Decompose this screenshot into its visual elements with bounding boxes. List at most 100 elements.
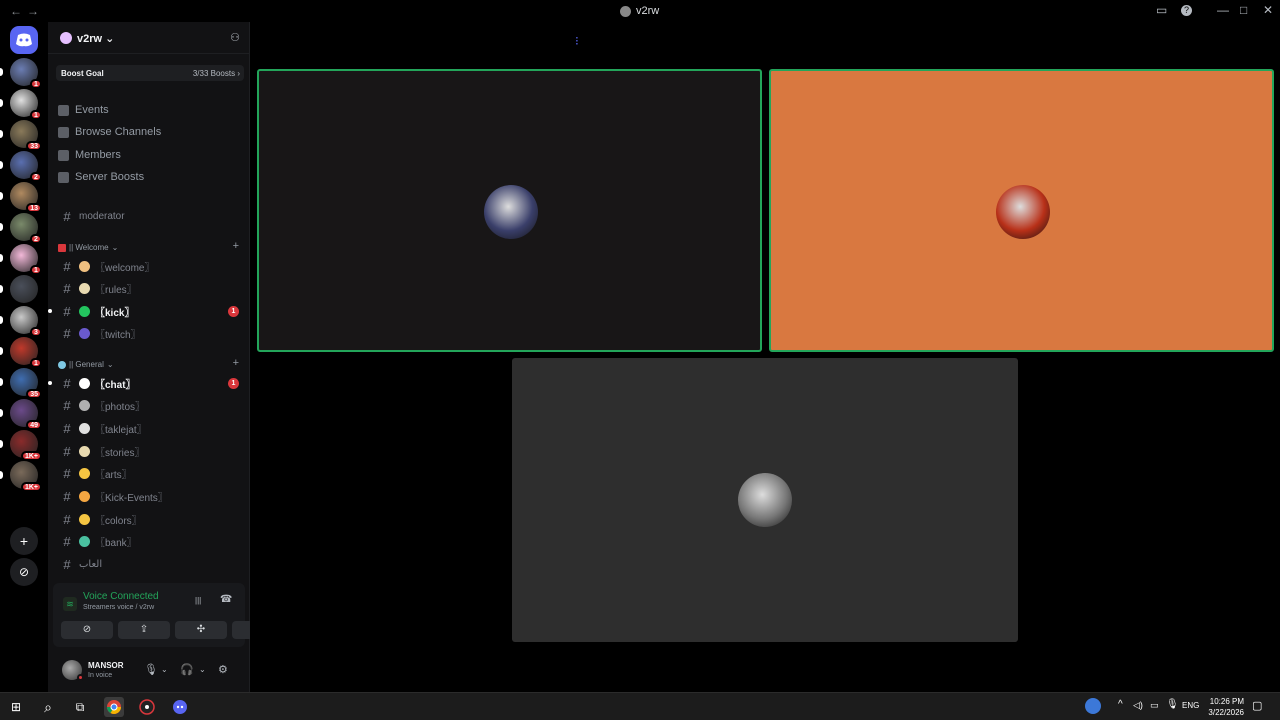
discord-icon[interactable]	[170, 697, 190, 717]
unread-pill	[0, 68, 3, 76]
channel-item[interactable]: # 〖bank〗	[58, 531, 240, 551]
members-icon	[58, 149, 69, 161]
settings-icon[interactable]: ⚙	[218, 663, 228, 676]
globe-icon	[58, 360, 66, 369]
server-header[interactable]: v2rw ⌄ ⚇	[48, 22, 250, 54]
discover-icon[interactable]: ⊘	[10, 558, 38, 586]
channel-item[interactable]: # 〖kick〗 1	[48, 301, 240, 321]
nav-item-label: Members	[75, 149, 121, 161]
participant-tile[interactable]	[512, 358, 1018, 642]
server-icon[interactable]: 1	[10, 244, 42, 275]
emoji-icon	[79, 305, 90, 317]
minimize-icon[interactable]: —	[1217, 3, 1229, 17]
inbox-icon[interactable]: ▭	[1156, 3, 1167, 17]
share-screen-button[interactable]: ⇪	[118, 621, 170, 639]
server-icon[interactable]: 49	[10, 399, 42, 430]
back-icon[interactable]: ←	[10, 4, 22, 18]
add-channel-icon[interactable]: +	[233, 357, 239, 369]
forward-icon[interactable]: →	[27, 4, 39, 18]
voice-channel[interactable]: Streamers voice / v2rw	[83, 604, 154, 611]
server-icon[interactable]: 3	[10, 306, 42, 337]
category-general[interactable]: || General ⌄	[58, 360, 114, 369]
nav-item-server-boosts[interactable]: Server Boosts	[58, 168, 144, 186]
channel-item[interactable]: # 〖rules〗	[58, 278, 240, 298]
add-server-button[interactable]: +	[10, 527, 38, 555]
browse-channels-icon	[58, 126, 69, 138]
boost-goal-bar[interactable]: Boost Goal 3/33 Boosts ›	[56, 65, 244, 81]
channel-item[interactable]: # 〖chat〗 1	[48, 373, 240, 393]
server-icon[interactable]	[10, 275, 38, 303]
microphone-icon[interactable]: 🎙	[1166, 699, 1179, 710]
mention-badge: 2	[30, 172, 42, 182]
channel-item[interactable]: # 〖arts〗	[58, 463, 240, 483]
hash-icon: #	[63, 303, 71, 319]
nav-item-label: Server Boosts	[75, 171, 145, 183]
chevron-down-icon[interactable]: ⌄	[199, 665, 206, 674]
hash-icon: #	[63, 556, 71, 572]
server-icon[interactable]: 1K+	[10, 430, 42, 461]
speaker-icon[interactable]: ◁)	[1133, 700, 1143, 711]
close-icon[interactable]: ✕	[1263, 3, 1273, 17]
add-channel-icon[interactable]: +	[233, 240, 239, 252]
app-icon[interactable]	[137, 697, 157, 717]
server-icon	[620, 5, 631, 17]
channel-item[interactable]: # 〖taklejat〗	[58, 418, 240, 438]
chevron-down-icon: ⌄	[106, 360, 114, 369]
hash-icon: #	[63, 533, 71, 549]
server-icon	[60, 32, 72, 44]
home-button[interactable]	[10, 26, 38, 54]
weather-icon[interactable]	[1085, 698, 1101, 714]
unread-pill	[0, 161, 3, 169]
server-icon[interactable]: 1	[10, 89, 42, 120]
disconnect-icon[interactable]: ☎	[220, 594, 232, 605]
search-icon[interactable]: ⌕	[38, 697, 58, 717]
channel-item[interactable]: # 〖colors〗	[58, 509, 240, 529]
unread-pill	[0, 223, 3, 231]
emoji-icon	[79, 260, 90, 272]
start-icon[interactable]: ⊞	[6, 697, 26, 717]
voice-status[interactable]: Voice Connected	[83, 591, 159, 602]
category-welcome[interactable]: || Welcome ⌄	[58, 243, 118, 252]
server-icon[interactable]: 1	[10, 58, 42, 89]
chevron-up-icon[interactable]: ^	[1118, 699, 1123, 710]
task-view-icon[interactable]: ⧉	[70, 697, 90, 717]
hash-icon: #	[63, 511, 71, 527]
window-title: v2rw	[620, 5, 659, 17]
channel-item[interactable]: # 〖photos〗	[58, 395, 240, 415]
camera-off-button[interactable]: ⊘	[61, 621, 113, 639]
channel-item[interactable]: # 〖stories〗	[58, 441, 240, 461]
headset-icon[interactable]: 🎧	[180, 663, 194, 676]
channel-item[interactable]: # 〖twitch〗	[58, 323, 240, 343]
nav-item-label: Events	[75, 104, 109, 116]
add-user-icon[interactable]: ⚇	[230, 31, 240, 44]
server-icon[interactable]: 2	[10, 213, 42, 244]
network-icon[interactable]: ▭	[1150, 700, 1159, 711]
server-icon[interactable]: 33	[10, 120, 42, 151]
server-icon[interactable]: 1	[10, 337, 42, 368]
maximize-icon[interactable]: □	[1240, 3, 1247, 17]
channel-item[interactable]: # 〖Kick-Events〗	[58, 486, 240, 506]
activities-button[interactable]: ✣	[175, 621, 227, 639]
participant-tile[interactable]	[769, 69, 1274, 352]
noise-suppression-icon[interactable]: |||	[195, 596, 201, 605]
channel-item[interactable]: # العاب	[58, 554, 240, 574]
participant-tile[interactable]	[257, 69, 762, 352]
server-icon[interactable]: 13	[10, 182, 42, 213]
server-icon[interactable]: 35	[10, 368, 42, 399]
nav-item-browse-channels[interactable]: Browse Channels	[58, 123, 161, 141]
server-icon[interactable]: 1K+	[10, 461, 42, 492]
help-icon[interactable]: ?	[1181, 5, 1192, 16]
username[interactable]: MANSOR	[88, 661, 124, 670]
server-icon[interactable]: 2	[10, 151, 42, 182]
nav-item-members[interactable]: Members	[58, 146, 121, 164]
chevron-down-icon[interactable]: ⌄	[161, 665, 168, 674]
microphone-icon[interactable]: 🎙	[144, 663, 158, 676]
chrome-icon[interactable]	[104, 697, 124, 717]
nav-item-events[interactable]: Events	[58, 101, 109, 119]
channel-moderator[interactable]: # moderator	[58, 206, 240, 226]
language-indicator[interactable]: ENG	[1182, 701, 1199, 710]
notification-icon[interactable]: ▢	[1252, 699, 1262, 712]
clock[interactable]: 10:26 PM 3/22/2026	[1208, 696, 1244, 718]
signal-icon[interactable]: ≋	[63, 597, 77, 611]
channel-item[interactable]: # 〖welcome〗	[58, 256, 240, 276]
